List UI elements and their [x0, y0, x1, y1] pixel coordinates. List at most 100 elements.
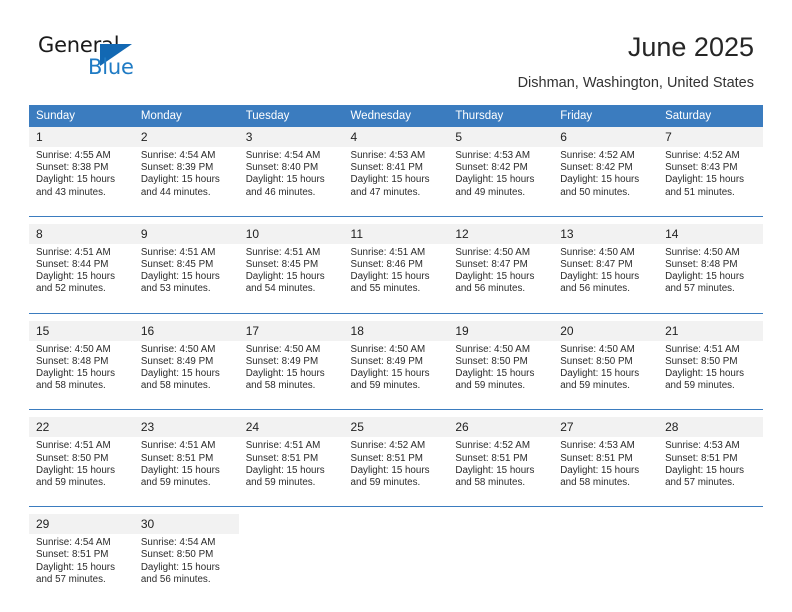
day-cell-number[interactable]: 13: [553, 223, 659, 244]
sunrise-text: Sunrise: 4:51 AM: [140, 246, 216, 258]
weekday-header-tuesday: Tuesday: [238, 105, 344, 127]
day-cell-number[interactable]: 14: [658, 223, 763, 244]
day-cell-number[interactable]: 23: [133, 417, 239, 438]
day-cell-info-empty: [553, 534, 659, 597]
day-cell-number[interactable]: 6: [553, 127, 659, 147]
day-cell-number[interactable]: 4: [343, 127, 449, 147]
sunrise-text: Sunrise: 4:50 AM: [350, 343, 426, 355]
day-cell-number[interactable]: 19: [448, 320, 554, 341]
day-cell-number[interactable]: 12: [448, 223, 554, 244]
week-4-info-row: Sunrise: 4:51 AM Sunset: 8:50 PM Dayligh…: [29, 437, 763, 500]
daylight-text-line2: and 59 minutes.: [350, 477, 421, 489]
day-cell-number[interactable]: 25: [343, 417, 449, 438]
day-cell-info: Sunrise: 4:54 AM Sunset: 8:51 PM Dayligh…: [29, 534, 134, 597]
daylight-text-line1: Daylight: 15 hours: [140, 464, 220, 476]
day-cell-info: Sunrise: 4:51 AM Sunset: 8:45 PM Dayligh…: [238, 243, 344, 306]
day-cell-number[interactable]: 30: [133, 514, 239, 535]
sunset-text: Sunset: 8:46 PM: [350, 259, 423, 271]
day-cell-number[interactable]: 8: [29, 223, 134, 244]
day-cell-info: Sunrise: 4:55 AM Sunset: 8:38 PM Dayligh…: [29, 147, 134, 209]
daylight-text-line2: and 50 minutes.: [560, 186, 630, 198]
daylight-text-line1: Daylight: 15 hours: [140, 271, 220, 283]
daylight-text-line2: and 59 minutes.: [455, 380, 526, 392]
day-cell-number[interactable]: 22: [29, 417, 134, 438]
sunrise-text: Sunrise: 4:51 AM: [36, 440, 111, 452]
day-cell-number[interactable]: 7: [658, 127, 763, 147]
day-cell-number[interactable]: 29: [29, 514, 134, 535]
daylight-text-line2: and 59 minutes.: [350, 380, 421, 392]
daylight-text-line2: and 58 minutes.: [455, 477, 526, 489]
day-cell-info: Sunrise: 4:50 AM Sunset: 8:50 PM Dayligh…: [448, 340, 554, 403]
day-cell-info: Sunrise: 4:54 AM Sunset: 8:50 PM Dayligh…: [133, 534, 239, 597]
day-cell-empty: [448, 514, 554, 535]
sunset-text: Sunset: 8:50 PM: [560, 355, 633, 367]
day-cell-number[interactable]: 9: [133, 223, 239, 244]
daylight-text-line1: Daylight: 15 hours: [665, 368, 745, 380]
day-cell-number[interactable]: 20: [553, 320, 659, 341]
week-separator: [29, 305, 763, 314]
day-cell-number[interactable]: 18: [343, 320, 449, 341]
day-cell-number[interactable]: 16: [133, 320, 239, 341]
week-spacer-cell: [29, 506, 763, 515]
daylight-text-line1: Daylight: 15 hours: [560, 368, 640, 380]
daylight-text-line1: Daylight: 15 hours: [350, 271, 430, 283]
daylight-text-line2: and 58 minutes.: [560, 477, 630, 489]
week-5-info-row: Sunrise: 4:54 AM Sunset: 8:51 PM Dayligh…: [29, 534, 763, 597]
daylight-text-line2: and 53 minutes.: [140, 283, 211, 295]
daylight-text-line2: and 57 minutes.: [665, 283, 735, 295]
sunset-text: Sunset: 8:48 PM: [36, 355, 109, 367]
daylight-text-line2: and 51 minutes.: [665, 186, 735, 198]
day-cell-info: Sunrise: 4:50 AM Sunset: 8:50 PM Dayligh…: [553, 340, 659, 403]
day-cell-number[interactable]: 17: [238, 320, 344, 341]
daylight-text-line1: Daylight: 15 hours: [245, 271, 325, 283]
daylight-text-line1: Daylight: 15 hours: [245, 174, 325, 186]
day-cell-info: Sunrise: 4:53 AM Sunset: 8:41 PM Dayligh…: [343, 147, 449, 209]
day-cell-number[interactable]: 24: [238, 417, 344, 438]
week-spacer: [29, 409, 763, 418]
day-cell-info: Sunrise: 4:50 AM Sunset: 8:49 PM Dayligh…: [238, 340, 344, 403]
day-cell-info: Sunrise: 4:52 AM Sunset: 8:42 PM Dayligh…: [553, 147, 659, 209]
sunrise-text: Sunrise: 4:50 AM: [140, 343, 216, 355]
day-cell-info: Sunrise: 4:50 AM Sunset: 8:49 PM Dayligh…: [343, 340, 449, 403]
day-cell-number[interactable]: 15: [29, 320, 134, 341]
daylight-text-line1: Daylight: 15 hours: [140, 368, 220, 380]
week-3-info-row: Sunrise: 4:50 AM Sunset: 8:48 PM Dayligh…: [29, 340, 763, 403]
daylight-text-line2: and 49 minutes.: [455, 186, 526, 198]
logo[interactable]: General Blue: [38, 33, 168, 85]
sunset-text: Sunset: 8:49 PM: [245, 355, 319, 367]
day-cell-number[interactable]: 2: [133, 127, 239, 147]
daylight-text-line2: and 59 minutes.: [560, 380, 630, 392]
sunrise-text: Sunrise: 4:50 AM: [560, 246, 635, 258]
sunrise-text: Sunrise: 4:52 AM: [560, 150, 635, 161]
sunrise-text: Sunrise: 4:50 AM: [455, 246, 530, 258]
week-4-daynum-row: 22 23 24 25 26 27 28: [29, 417, 763, 438]
day-cell-number[interactable]: 21: [658, 320, 763, 341]
day-cell-info: Sunrise: 4:50 AM Sunset: 8:48 PM Dayligh…: [29, 340, 134, 403]
day-cell-info: Sunrise: 4:50 AM Sunset: 8:48 PM Dayligh…: [658, 243, 763, 306]
day-cell-info: Sunrise: 4:51 AM Sunset: 8:44 PM Dayligh…: [29, 243, 134, 306]
daylight-text-line2: and 47 minutes.: [350, 186, 421, 198]
sunset-text: Sunset: 8:51 PM: [560, 452, 633, 464]
day-cell-number[interactable]: 11: [343, 223, 449, 244]
day-cell-number[interactable]: 27: [553, 417, 659, 438]
daylight-text-line1: Daylight: 15 hours: [140, 561, 220, 573]
sunrise-text: Sunrise: 4:50 AM: [665, 246, 740, 258]
sunset-text: Sunset: 8:43 PM: [665, 162, 738, 174]
daylight-text-line1: Daylight: 15 hours: [350, 464, 430, 476]
day-cell-number[interactable]: 26: [448, 417, 554, 438]
daylight-text-line2: and 56 minutes.: [140, 573, 211, 585]
daylight-text-line2: and 44 minutes.: [140, 186, 211, 198]
week-2-info-row: Sunrise: 4:51 AM Sunset: 8:44 PM Dayligh…: [29, 243, 763, 306]
day-cell-number[interactable]: 1: [29, 127, 134, 147]
week-1-info-row: Sunrise: 4:55 AM Sunset: 8:38 PM Dayligh…: [29, 147, 763, 209]
daylight-text-line2: and 55 minutes.: [350, 283, 421, 295]
day-cell-number[interactable]: 28: [658, 417, 763, 438]
weekday-header-saturday: Saturday: [658, 105, 763, 127]
sunrise-text: Sunrise: 4:51 AM: [350, 246, 426, 258]
daylight-text-line2: and 58 minutes.: [140, 380, 211, 392]
daylight-text-line1: Daylight: 15 hours: [560, 464, 640, 476]
sunrise-text: Sunrise: 4:51 AM: [665, 343, 740, 355]
day-cell-number[interactable]: 3: [238, 127, 344, 147]
day-cell-number[interactable]: 5: [448, 127, 554, 147]
day-cell-number[interactable]: 10: [238, 223, 344, 244]
